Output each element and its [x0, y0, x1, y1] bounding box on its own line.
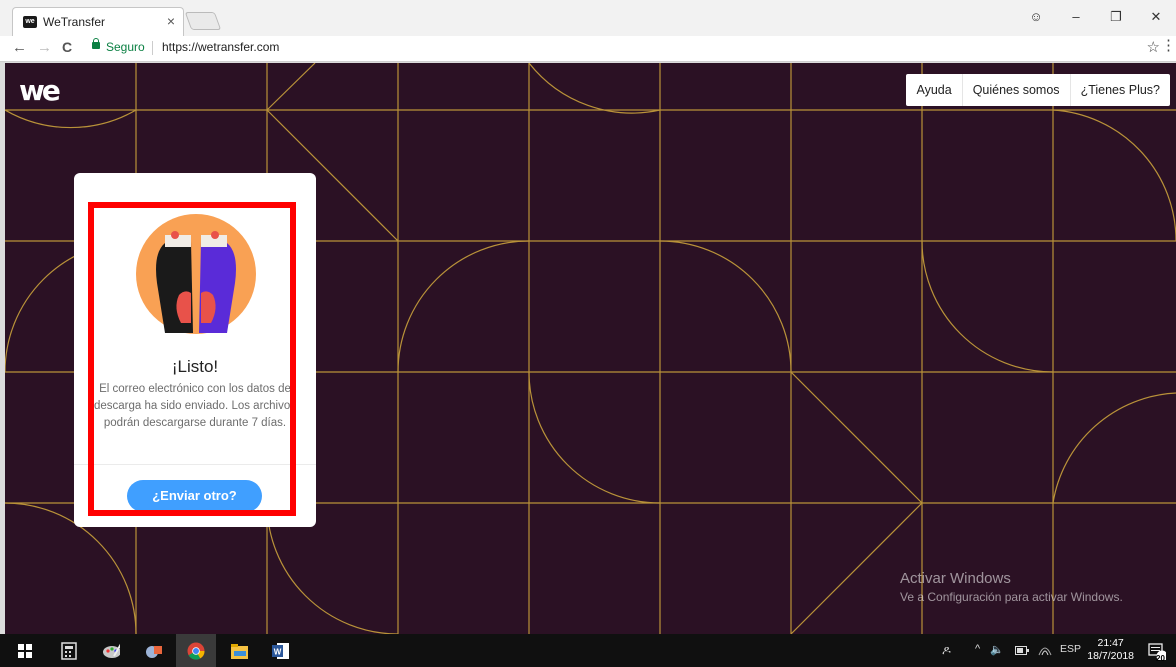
nav-tienes-plus[interactable]: ¿Tienes Plus? — [1071, 74, 1170, 106]
tab-close-icon[interactable]: × — [167, 13, 175, 29]
back-arrow-icon[interactable]: ← — [12, 39, 27, 56]
close-window-button[interactable]: ✕ — [1136, 6, 1176, 28]
lock-icon — [92, 38, 100, 49]
reload-icon[interactable]: C — [62, 39, 72, 55]
browser-toolbar: ← → C Seguro https://wetransfer.com ☆ ⋮ — [0, 36, 1176, 62]
tab-title: WeTransfer — [43, 15, 106, 29]
minimize-button[interactable]: – — [1056, 6, 1096, 28]
wifi-icon[interactable] — [1038, 644, 1052, 656]
bookmark-star-icon[interactable]: ☆ — [1147, 38, 1160, 56]
profile-icon[interactable]: ☺ — [1016, 6, 1056, 28]
show-hidden-icons-icon[interactable]: ^ — [975, 643, 980, 655]
battery-icon[interactable] — [1015, 646, 1029, 656]
calculator-icon[interactable] — [60, 642, 78, 660]
wetransfer-logo[interactable]: we — [19, 77, 61, 105]
activate-windows-watermark: Activar Windows Ve a Configuración para … — [900, 570, 1123, 604]
top-navigation: Ayuda Quiénes somos ¿Tienes Plus? — [906, 74, 1170, 106]
address-bar[interactable]: Seguro https://wetransfer.com — [84, 37, 1158, 59]
nav-ayuda[interactable]: Ayuda — [906, 74, 963, 106]
watermark-title: Activar Windows — [900, 570, 1011, 587]
panel-divider — [74, 464, 316, 465]
language-indicator[interactable]: ESP — [1060, 643, 1081, 655]
forward-arrow-icon[interactable]: → — [37, 39, 52, 56]
chrome-icon[interactable] — [187, 642, 205, 660]
svg-text:W: W — [274, 648, 282, 657]
send-another-button[interactable]: ¿Enviar otro? — [127, 480, 262, 512]
secure-label: Seguro — [106, 40, 145, 54]
address-separator — [152, 41, 153, 55]
volume-icon[interactable]: 🔈 — [990, 643, 1004, 656]
file-explorer-icon[interactable] — [230, 642, 248, 660]
taskbar-clock[interactable]: 21:47 18/7/2018 — [1087, 637, 1134, 663]
wetransfer-favicon-icon: we — [23, 16, 37, 28]
people-icon[interactable]: ዶ — [942, 643, 951, 658]
browser-tabstrip: we WeTransfer × ☺ – ❐ ✕ — [0, 0, 1176, 36]
paint-icon[interactable] — [102, 642, 120, 660]
watermark-subtitle: Ve a Configuración para activar Windows. — [900, 590, 1123, 604]
notification-count: 20 — [1156, 654, 1165, 663]
browser-menu-icon[interactable]: ⋮ — [1161, 36, 1176, 54]
clock-time: 21:47 — [1097, 637, 1124, 649]
new-tab-button[interactable] — [184, 12, 222, 30]
windows-start-icon[interactable] — [18, 644, 36, 662]
nav-quienes-somos[interactable]: Quiénes somos — [963, 74, 1071, 106]
window-controls: ☺ – ❐ ✕ — [1016, 6, 1176, 28]
word-icon[interactable]: W — [272, 642, 290, 660]
url-text[interactable]: https://wetransfer.com — [162, 40, 279, 54]
tab-wetransfer[interactable]: we WeTransfer × — [12, 7, 184, 36]
transfer-complete-panel: ¡Listo! El correo electrónico con los da… — [74, 173, 316, 527]
restore-button[interactable]: ❐ — [1096, 6, 1136, 28]
windows-taskbar: W ዶ ^ 🔈 ESP 21:47 18/7/2018 20 — [0, 634, 1176, 667]
panel-title: ¡Listo! — [171, 357, 219, 376]
clock-date: 18/7/2018 — [1087, 650, 1134, 662]
panel-message: El correo electrónico con los datos de d… — [93, 383, 296, 429]
success-illustration — [136, 214, 256, 334]
snipping-tool-icon[interactable] — [144, 642, 162, 660]
wetransfer-page: we Ayuda Quiénes somos ¿Tienes Plus? ¡Li… — [5, 63, 1176, 634]
